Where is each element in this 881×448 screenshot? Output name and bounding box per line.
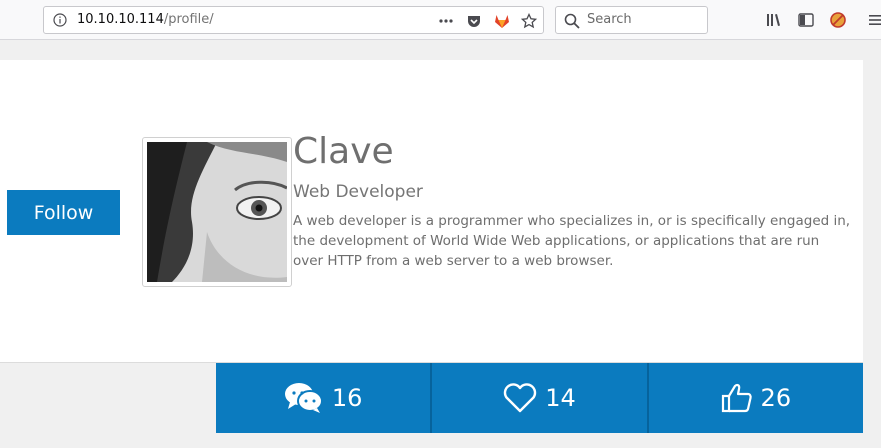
addon-block-icon[interactable] bbox=[830, 12, 846, 28]
url-host: 10.10.10.114 bbox=[77, 12, 164, 27]
url-text[interactable]: 10.10.10.114/profile/ bbox=[77, 12, 214, 27]
search-icon bbox=[564, 13, 580, 29]
heart-icon bbox=[504, 383, 537, 413]
profile-name: Clave bbox=[293, 131, 394, 172]
thumbs-up-icon bbox=[721, 383, 752, 413]
chat-icon bbox=[284, 383, 323, 413]
face-illustration-icon bbox=[147, 142, 287, 282]
search-bar[interactable]: Search bbox=[555, 6, 708, 34]
stats-bar: 16 14 26 bbox=[216, 363, 863, 433]
page-actions-icon[interactable] bbox=[438, 13, 454, 29]
profile-role: Web Developer bbox=[293, 182, 423, 202]
browser-toolbar: 10.10.10.114/profile/ Search bbox=[0, 0, 881, 40]
avatar bbox=[142, 137, 292, 287]
likes-count: 14 bbox=[545, 384, 576, 412]
info-icon[interactable] bbox=[53, 13, 67, 27]
follow-button[interactable]: Follow bbox=[7, 190, 120, 235]
bookmark-star-icon[interactable] bbox=[521, 13, 537, 29]
comments-count: 16 bbox=[331, 384, 363, 412]
library-icon[interactable] bbox=[766, 12, 782, 28]
stat-thumbs-up[interactable]: 26 bbox=[649, 363, 863, 433]
menu-icon[interactable] bbox=[868, 12, 881, 28]
sidebar-icon[interactable] bbox=[798, 12, 814, 28]
search-placeholder: Search bbox=[587, 12, 632, 27]
url-path: /profile/ bbox=[163, 12, 214, 27]
address-bar[interactable]: 10.10.10.114/profile/ bbox=[43, 6, 544, 34]
profile-bio: A web developer is a programmer who spec… bbox=[293, 213, 851, 269]
avatar-photo bbox=[147, 142, 287, 282]
pocket-icon[interactable] bbox=[466, 13, 482, 29]
gitlab-icon[interactable] bbox=[494, 13, 510, 29]
thumbs-up-count: 26 bbox=[760, 384, 792, 412]
stat-comments[interactable]: 16 bbox=[216, 363, 433, 433]
stat-likes[interactable]: 14 bbox=[432, 363, 649, 433]
